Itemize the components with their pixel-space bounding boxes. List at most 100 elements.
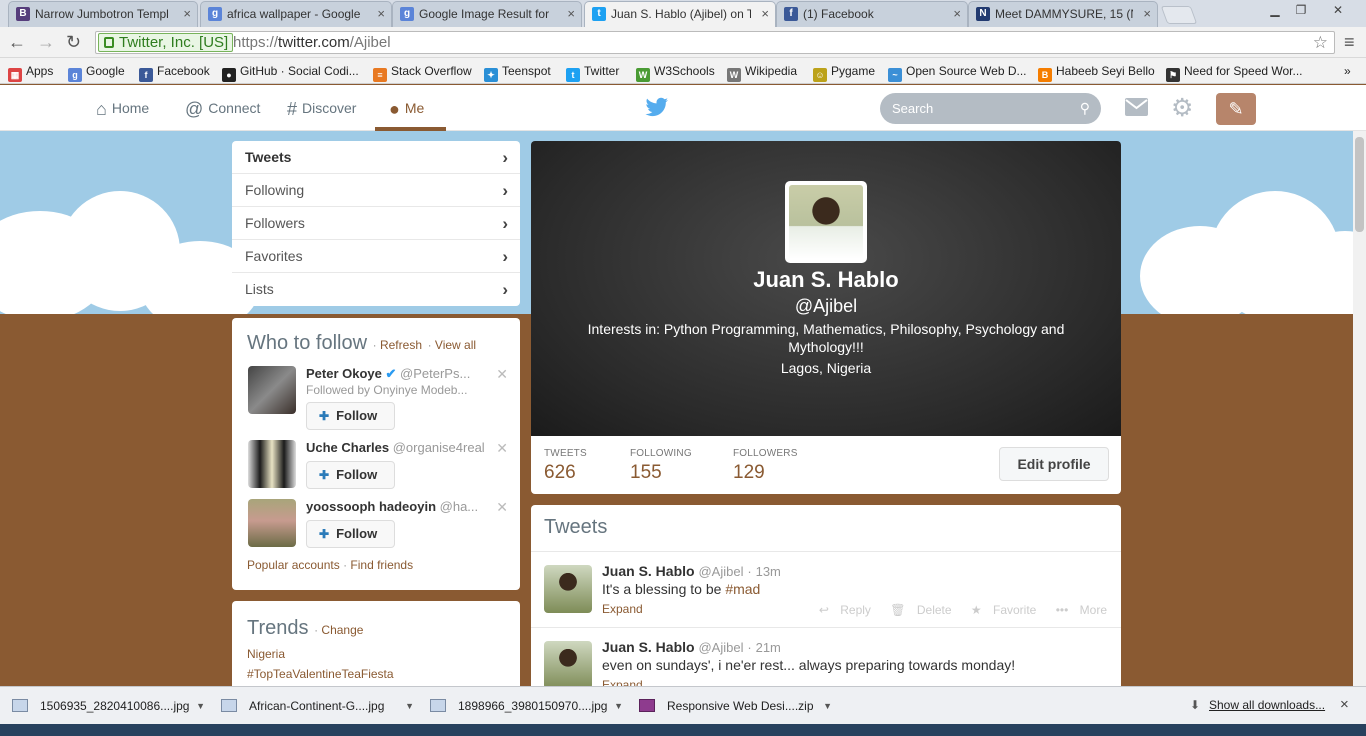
trend-item[interactable]: #TopTeaValentineTeaFiesta — [247, 667, 394, 681]
popular-accounts-link[interactable]: Popular accounts — [247, 558, 340, 572]
bookmark-item[interactable]: B Habeeb Seyi Bello — [1038, 62, 1155, 82]
follow-button[interactable]: ✚ Follow — [306, 520, 395, 548]
back-icon[interactable]: ← — [8, 32, 26, 52]
tweet-avatar[interactable] — [544, 565, 592, 613]
scrollbar-thumb[interactable] — [1355, 137, 1364, 232]
download-item[interactable]: 1898966_3980150970....jpg ▼ — [418, 691, 626, 721]
download-item[interactable]: Responsive Web Desi....zip ▼ — [627, 691, 835, 721]
browser-tab[interactable]: g africa wallpaper - Google × — [200, 1, 392, 27]
dismiss-icon[interactable]: ✕ — [496, 499, 508, 516]
download-item[interactable]: African-Continent-G....jpg ▼ — [209, 691, 417, 721]
bookmark-item[interactable]: ≡ Stack Overflow — [373, 62, 472, 82]
bookmark-item[interactable]: g Google — [68, 62, 125, 82]
twitter-bird-icon[interactable] — [645, 97, 669, 124]
follow-button[interactable]: ✚ Follow — [306, 461, 395, 489]
profile-nav-lists[interactable]: Lists › — [232, 273, 520, 306]
view-all-link[interactable]: View all — [435, 338, 476, 352]
chevron-down-icon[interactable]: ▼ — [614, 691, 623, 721]
delete-action[interactable]: 🗑 Delete — [882, 603, 951, 617]
followers-stat[interactable]: FOLLOWERS 129 — [733, 448, 798, 484]
bookmark-item[interactable]: ✦ Teenspot — [484, 62, 551, 82]
bookmark-item[interactable]: t Twitter — [566, 62, 619, 82]
profile-avatar[interactable] — [785, 181, 867, 263]
tweet-author-handle[interactable]: @Ajibel — [698, 640, 743, 655]
search-icon[interactable]: ⚲ — [1080, 93, 1090, 124]
tweet-timestamp[interactable]: 21m — [756, 640, 781, 655]
close-tab-icon[interactable]: × — [377, 2, 385, 26]
close-tab-icon[interactable]: × — [183, 2, 191, 26]
favorite-action[interactable]: ★ Favorite — [963, 603, 1036, 617]
compose-tweet-button[interactable]: ✎ — [1216, 93, 1256, 125]
suggested-user-name[interactable]: yoossooph hadeoyin @ha... — [306, 499, 478, 514]
tweet-avatar[interactable] — [544, 641, 592, 686]
browser-tab-active[interactable]: t Juan S. Hablo (Ajibel) on T × — [584, 1, 776, 27]
browser-tab[interactable]: f (1) Facebook × — [776, 1, 968, 27]
nav-me[interactable]: ● Me — [389, 85, 424, 131]
profile-nav-following[interactable]: Following › — [232, 174, 520, 207]
tweet-author-handle[interactable]: @Ajibel — [698, 564, 743, 579]
tweet-item[interactable]: Juan S. Hablo @Ajibel · 13m It's a bless… — [531, 551, 1121, 627]
chrome-menu-icon[interactable]: ≡ — [1344, 32, 1355, 52]
bookmark-item[interactable]: W Wikipedia — [727, 62, 797, 82]
bookmark-item[interactable]: ● GitHub · Social Codi... — [222, 62, 359, 82]
new-tab-button[interactable] — [1160, 6, 1198, 24]
tweet-author-name[interactable]: Juan S. Hablo — [602, 563, 695, 579]
nav-discover[interactable]: # Discover — [287, 85, 356, 131]
dismiss-icon[interactable]: ✕ — [496, 366, 508, 383]
search-input[interactable]: Search ⚲ — [880, 93, 1101, 124]
change-trends-link[interactable]: Change — [321, 623, 363, 637]
reload-icon[interactable]: ↻ — [66, 32, 81, 52]
url-field[interactable]: Twitter, Inc. [US] https://twitter.com/A… — [95, 31, 1335, 54]
show-all-downloads-link[interactable]: Show all downloads... — [1209, 698, 1325, 712]
suggested-user-name[interactable]: Peter Okoye ✔ @PeterPs... — [306, 366, 470, 382]
ev-certificate-badge[interactable]: Twitter, Inc. [US] — [98, 33, 234, 52]
gear-icon[interactable]: ⚙ — [1171, 93, 1193, 123]
edit-profile-button[interactable]: Edit profile — [999, 447, 1109, 481]
bookmark-item[interactable]: ☺ Pygame — [813, 62, 875, 82]
bookmark-item[interactable]: f Facebook — [139, 62, 210, 82]
nav-home[interactable]: ⌂ Home — [96, 85, 149, 131]
restore-icon[interactable]: ❐ — [1288, 2, 1314, 18]
envelope-icon[interactable] — [1125, 98, 1148, 116]
tweet-hashtag[interactable]: #mad — [725, 581, 760, 597]
browser-tab[interactable]: N Meet DAMMYSURE, 15 (N × — [968, 1, 1158, 27]
follow-button[interactable]: ✚ Follow — [306, 402, 395, 430]
bookmark-item[interactable]: ▦ Apps — [8, 62, 53, 82]
find-friends-link[interactable]: Find friends — [350, 558, 413, 572]
chevron-down-icon[interactable]: ▼ — [196, 691, 205, 721]
bookmark-star-icon[interactable]: ☆ — [1313, 32, 1328, 53]
download-item[interactable]: 1506935_2820410086....jpg ▼ — [0, 691, 208, 721]
tweet-timestamp[interactable]: 13m — [756, 564, 781, 579]
browser-tab[interactable]: B Narrow Jumbotron Templ × — [8, 1, 198, 27]
avatar[interactable] — [248, 499, 296, 547]
profile-nav-followers[interactable]: Followers › — [232, 207, 520, 240]
following-stat[interactable]: FOLLOWING 155 — [630, 448, 692, 484]
page-scrollbar[interactable] — [1353, 131, 1366, 686]
profile-nav-tweets[interactable]: Tweets › — [232, 141, 520, 174]
tweet-item[interactable]: Juan S. Hablo @Ajibel · 21m even on sund… — [531, 627, 1121, 686]
close-tab-icon[interactable]: × — [761, 2, 769, 26]
tweet-author-name[interactable]: Juan S. Hablo — [602, 639, 695, 655]
profile-nav-favorites[interactable]: Favorites › — [232, 240, 520, 273]
refresh-link[interactable]: Refresh — [380, 338, 422, 352]
avatar[interactable] — [248, 440, 296, 488]
minimize-icon[interactable]: ▁ — [1262, 2, 1288, 18]
chevron-down-icon[interactable]: ▼ — [405, 691, 414, 721]
close-tab-icon[interactable]: × — [953, 2, 961, 26]
bookmarks-overflow-icon[interactable]: » — [1344, 62, 1351, 80]
window-close-icon[interactable]: ✕ — [1322, 2, 1354, 18]
nav-connect[interactable]: @ Connect — [185, 85, 260, 131]
tweet-expand-link[interactable]: Expand — [602, 602, 643, 616]
dismiss-icon[interactable]: ✕ — [496, 440, 508, 457]
close-tab-icon[interactable]: × — [1143, 2, 1151, 26]
tweet-expand-link[interactable]: Expand — [602, 678, 643, 686]
bookmark-item[interactable]: W W3Schools — [636, 62, 715, 82]
bookmark-item[interactable]: ⚑ Need for Speed Wor... — [1166, 62, 1303, 82]
close-tab-icon[interactable]: × — [567, 2, 575, 26]
forward-icon[interactable]: → — [37, 32, 55, 52]
trends-location[interactable]: Nigeria — [247, 647, 285, 661]
tweets-stat[interactable]: TWEETS 626 — [544, 448, 587, 484]
more-action[interactable]: ••• More — [1048, 603, 1107, 617]
browser-tab[interactable]: g Google Image Result for × — [392, 1, 582, 27]
close-shelf-icon[interactable]: × — [1340, 696, 1349, 713]
